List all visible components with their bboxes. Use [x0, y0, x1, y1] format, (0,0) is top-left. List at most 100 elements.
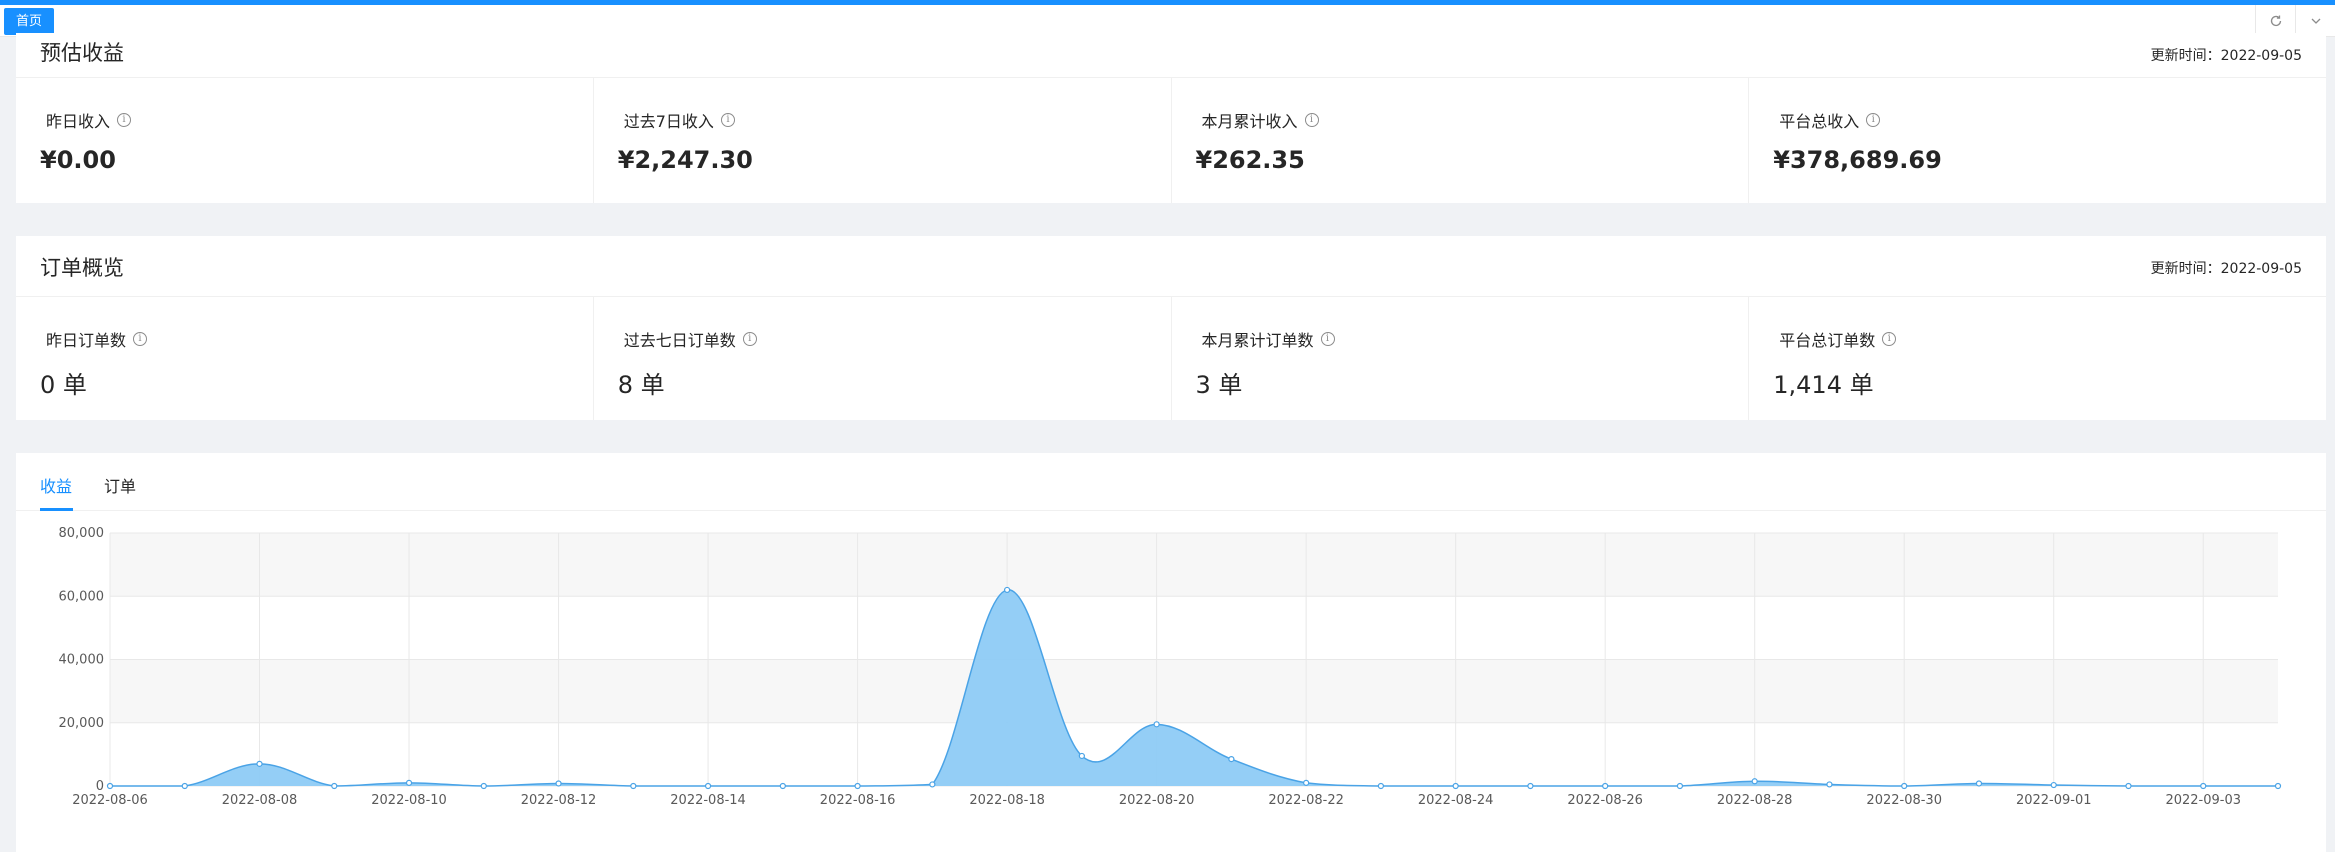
- stat-yesterday-revenue: 昨日收入 i ¥0.00: [16, 78, 594, 203]
- data-point: [1602, 782, 1609, 790]
- info-icon[interactable]: i: [133, 332, 148, 346]
- data-point: [331, 782, 338, 790]
- data-point: [405, 779, 413, 786]
- info-icon[interactable]: i: [1304, 113, 1319, 127]
- stat-label: 本月累计订单数 i: [1202, 327, 1335, 351]
- revenue-updated-time: 更新时间：2022-09-05: [2150, 48, 2302, 64]
- data-point: [1527, 782, 1534, 790]
- orders-title: 订单概览: [40, 256, 124, 280]
- data-point: [106, 782, 114, 790]
- data-point: [929, 781, 936, 788]
- data-point: [1901, 782, 1908, 790]
- data-point: [1826, 781, 1833, 788]
- stat-label: 昨日收入 i: [46, 108, 132, 132]
- stat-label: 过去7日收入 i: [624, 108, 735, 132]
- stat-label-text: 平台总收入: [1779, 112, 1860, 131]
- x-tick-label: 2022-09-01: [2016, 793, 2092, 808]
- x-tick-label: 2022-08-08: [222, 793, 298, 808]
- stat-7day-orders: 过去七日订单数 i 8 单: [594, 297, 1172, 420]
- data-point: [1751, 778, 1758, 785]
- info-icon[interactable]: i: [1320, 332, 1335, 346]
- y-tick-label: 0: [96, 779, 104, 794]
- tab-home[interactable]: 首页: [4, 8, 55, 35]
- orders-card: 订单概览 更新时间：2022-09-05 昨日订单数 i 0 单 过去七日订单数 i…: [16, 236, 2326, 420]
- info-icon[interactable]: i: [1866, 113, 1881, 127]
- stat-label-text: 过去七日订单数: [623, 331, 736, 350]
- data-point: [1228, 756, 1235, 763]
- y-tick-label: 80,000: [59, 526, 105, 541]
- stat-value: ¥0.00: [40, 146, 116, 174]
- chart-card: 收益 订单 0 20,000 40,000 60,000 80,000 2022-08-0…: [16, 453, 2326, 852]
- stat-7day-revenue: 过去7日收入 i ¥2,247.30: [594, 78, 1172, 203]
- y-tick-label: 60,000: [59, 589, 105, 604]
- x-tick-label: 2022-09-03: [2165, 793, 2241, 808]
- stat-value: ¥2,247.30: [617, 146, 753, 174]
- stat-month-orders: 本月累计订单数 i 3 单: [1172, 297, 1750, 420]
- chart-tabs: 收益 订单: [16, 453, 2326, 511]
- orders-card-header: 订单概览 更新时间：2022-09-05: [16, 236, 2326, 297]
- y-tick-label: 40,000: [59, 653, 105, 668]
- refresh-icon: [2270, 15, 2281, 27]
- revenue-area-chart: 0 20,000 40,000 60,000 80,000 2022-08-06 2022-…: [59, 526, 2282, 808]
- x-tick-label: 2022-08-22: [1268, 793, 1344, 808]
- data-point: [854, 782, 861, 790]
- stat-yesterday-orders: 昨日订单数 i 0 单: [16, 297, 594, 420]
- stat-value: 0 单: [40, 371, 87, 399]
- stat-label: 过去七日订单数 i: [624, 327, 757, 351]
- data-point: [630, 782, 637, 790]
- data-point: [1676, 782, 1684, 790]
- stat-label-text: 平台总订单数: [1779, 331, 1876, 350]
- data-point: [181, 782, 188, 790]
- tab-revenue[interactable]: 收益: [40, 473, 72, 497]
- stat-month-revenue: 本月累计收入 i ¥262.35: [1172, 78, 1750, 203]
- revenue-title: 预估收益: [40, 41, 124, 65]
- grid-band: [110, 533, 2278, 597]
- x-tick-label: 2022-08-12: [521, 793, 597, 808]
- stat-label-text: 本月累计收入: [1201, 112, 1298, 131]
- data-point: [1452, 782, 1459, 790]
- y-tick-label: 20,000: [59, 716, 105, 731]
- data-point: [1153, 721, 1160, 728]
- data-point: [2274, 782, 2282, 790]
- orders-updated-time: 更新时间：2022-09-05: [2150, 261, 2302, 277]
- x-tick-label: 2022-08-14: [670, 793, 746, 808]
- data-point: [2200, 782, 2207, 790]
- stat-label-text: 本月累计订单数: [1201, 331, 1314, 350]
- stat-label: 平台总收入 i: [1779, 108, 1881, 132]
- x-tick-label: 2022-08-20: [1119, 793, 1195, 808]
- revenue-card: 预估收益 更新时间：2022-09-05 昨日收入 i ¥0.00 过去7日收入 i…: [16, 33, 2326, 203]
- x-tick-label: 2022-08-26: [1567, 793, 1643, 808]
- stat-label-text: 昨日收入: [46, 112, 111, 131]
- stat-label: 平台总订单数 i: [1779, 327, 1897, 351]
- stat-value: 3 单: [1195, 371, 1243, 399]
- data-point: [704, 782, 712, 790]
- data-point: [2050, 781, 2057, 789]
- info-icon[interactable]: i: [1882, 332, 1897, 346]
- x-tick-label: 2022-08-28: [1717, 793, 1793, 808]
- info-icon[interactable]: i: [117, 113, 132, 127]
- data-point: [1975, 780, 1983, 787]
- revenue-card-header: 预估收益 更新时间：2022-09-05: [16, 33, 2326, 78]
- x-tick-label: 2022-08-16: [820, 793, 896, 808]
- stat-label: 昨日订单数 i: [46, 327, 148, 351]
- stat-total-orders: 平台总订单数 i 1,414 单: [1749, 297, 2326, 420]
- stat-value: ¥378,689.69: [1773, 146, 1942, 174]
- x-tick-label: 2022-08-18: [969, 793, 1045, 808]
- data-point: [1303, 779, 1310, 786]
- info-icon[interactable]: i: [742, 332, 757, 346]
- x-tick-label: 2022-08-06: [72, 793, 148, 808]
- data-point: [1004, 586, 1011, 594]
- info-icon[interactable]: i: [720, 113, 735, 127]
- stat-label-text: 昨日订单数: [46, 331, 127, 350]
- data-point: [2125, 782, 2132, 790]
- grid-band: [110, 659, 2278, 723]
- x-tick-label: 2022-08-10: [371, 793, 447, 808]
- stat-value: 1,414 单: [1773, 371, 1874, 399]
- data-point: [555, 780, 562, 787]
- stat-value: ¥262.35: [1195, 146, 1305, 174]
- tab-orders[interactable]: 订单: [104, 473, 136, 497]
- active-tab-indicator: [40, 508, 73, 511]
- stat-value: 8 单: [617, 371, 665, 399]
- data-point: [256, 760, 263, 767]
- data-point: [779, 782, 786, 790]
